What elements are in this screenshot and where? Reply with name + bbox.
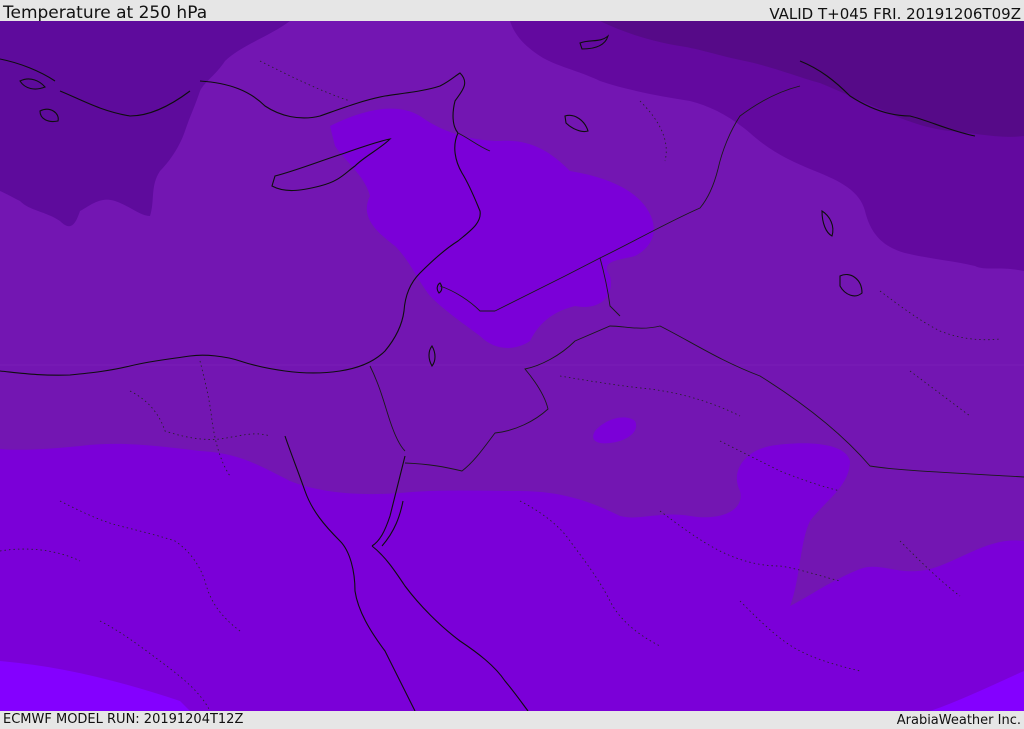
header-bar: Temperature at 250 hPa VALID T+045 FRI. … bbox=[0, 0, 1024, 23]
temperature-map bbox=[0, 21, 1024, 711]
weather-map-page: Temperature at 250 hPa VALID T+045 FRI. … bbox=[0, 0, 1024, 729]
model-run-label: ECMWF MODEL RUN: 20191204T12Z bbox=[3, 712, 244, 727]
footer-bar: ECMWF MODEL RUN: 20191204T12Z ArabiaWeat… bbox=[0, 711, 1024, 729]
map-title: Temperature at 250 hPa bbox=[3, 3, 208, 23]
credit-label: ArabiaWeather Inc. bbox=[896, 713, 1021, 728]
